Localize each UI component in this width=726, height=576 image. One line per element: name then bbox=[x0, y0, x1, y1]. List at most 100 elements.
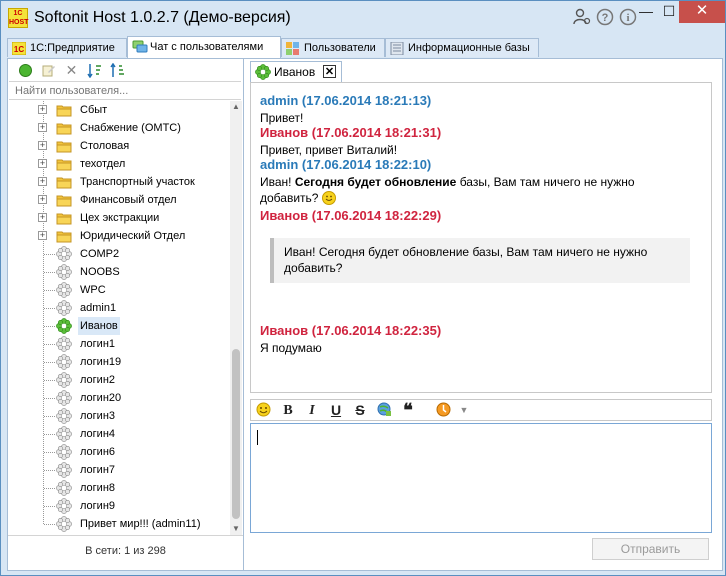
tree-user[interactable]: логин6 bbox=[8, 443, 230, 461]
sidebar-toolbar: ✕ bbox=[8, 59, 243, 81]
close-chat-tab-icon[interactable]: ✕ bbox=[323, 65, 336, 78]
tree-user[interactable]: логин9 bbox=[8, 497, 230, 515]
message-text-part: добавить? bbox=[260, 191, 319, 205]
user-label: логин3 bbox=[80, 410, 116, 422]
window-title: Softonit Host 1.0.2.7 (Демо-версия) bbox=[34, 9, 291, 26]
sort-icon[interactable] bbox=[87, 63, 102, 79]
tab-chat[interactable]: Чат с пользователями bbox=[127, 36, 281, 58]
chat-history: admin (17.06.2014 18:21:13) Привет! Иван… bbox=[250, 82, 712, 393]
sort-alt-icon[interactable] bbox=[110, 62, 125, 78]
tree-user[interactable]: Иванов bbox=[8, 317, 230, 335]
maximize-button[interactable]: ☐ bbox=[659, 1, 679, 23]
expand-icon[interactable]: + bbox=[38, 123, 47, 132]
expand-icon[interactable]: + bbox=[38, 105, 47, 114]
expand-icon[interactable]: + bbox=[38, 141, 47, 150]
tree-user[interactable]: логин4 bbox=[8, 425, 230, 443]
user-offline-icon bbox=[56, 444, 72, 460]
folder-icon bbox=[56, 228, 72, 244]
message-header: Иванов (17.06.2014 18:21:31) bbox=[260, 125, 442, 140]
tree-folder[interactable]: + Транспортный участок bbox=[8, 173, 230, 191]
user-settings-icon[interactable] bbox=[572, 8, 592, 28]
chevron-down-icon[interactable]: ▼ bbox=[456, 402, 472, 419]
attention-icon[interactable] bbox=[435, 402, 451, 419]
insert-link-icon[interactable] bbox=[376, 402, 392, 419]
users-sidebar: ✕ + Сбыт + Снабжение (ОМТС) + Столовая + техотд… bbox=[8, 59, 244, 570]
user-label: WPC bbox=[80, 284, 106, 296]
expand-icon[interactable]: + bbox=[38, 213, 47, 222]
tab-users[interactable]: Пользователи bbox=[281, 38, 385, 57]
message-header: Иванов (17.06.2014 18:22:29) bbox=[260, 208, 442, 223]
delete-icon[interactable]: ✕ bbox=[64, 63, 79, 78]
tree-connector bbox=[44, 488, 55, 489]
scroll-up-icon[interactable]: ▲ bbox=[230, 101, 242, 113]
tree-folder[interactable]: + Цех экстракции bbox=[8, 209, 230, 227]
tree-scrollbar[interactable]: ▲ ▼ bbox=[230, 101, 242, 535]
tab-1c-enterprise[interactable]: 1С 1С:Предприятие bbox=[7, 38, 127, 57]
user-offline-icon bbox=[56, 426, 72, 442]
svg-text:1С: 1С bbox=[14, 45, 24, 54]
expand-icon[interactable]: + bbox=[38, 177, 47, 186]
edit-icon[interactable] bbox=[41, 63, 56, 78]
tree-connector bbox=[44, 380, 55, 381]
strikethrough-button[interactable]: S bbox=[352, 402, 368, 419]
folder-icon bbox=[56, 156, 72, 172]
close-button[interactable]: ✕ bbox=[679, 1, 725, 23]
chat-tab-ivanov[interactable]: Иванов ✕ bbox=[250, 61, 342, 82]
tree-user[interactable]: логин7 bbox=[8, 461, 230, 479]
user-label: логин7 bbox=[80, 464, 116, 476]
expand-icon[interactable]: + bbox=[38, 159, 47, 168]
smiley-icon bbox=[321, 191, 336, 205]
italic-button[interactable]: I bbox=[304, 402, 320, 419]
user-search-input[interactable] bbox=[9, 81, 241, 100]
tree-folder[interactable]: + Финансовый отдел bbox=[8, 191, 230, 209]
message-input[interactable] bbox=[250, 423, 712, 533]
tree-user[interactable]: Привет мир!!! (admin11) bbox=[8, 515, 230, 533]
expand-icon[interactable]: + bbox=[38, 231, 47, 240]
user-label: Иванов bbox=[78, 317, 120, 335]
bold-button[interactable]: B bbox=[280, 402, 296, 419]
tree-connector bbox=[44, 416, 55, 417]
tree-user[interactable]: COMP2 bbox=[8, 245, 230, 263]
tree-user[interactable]: логин2 bbox=[8, 371, 230, 389]
expand-icon[interactable]: + bbox=[38, 195, 47, 204]
tree-connector bbox=[44, 506, 55, 507]
tree-user[interactable]: логин19 bbox=[8, 353, 230, 371]
scroll-down-icon[interactable]: ▼ bbox=[230, 523, 242, 535]
tree-folder[interactable]: + Юридический Отдел bbox=[8, 227, 230, 245]
tree-user[interactable]: NOOBS bbox=[8, 263, 230, 281]
tree-folder[interactable]: + Сбыт bbox=[8, 101, 230, 119]
tree-connector bbox=[44, 344, 55, 345]
tab-label: Чат с пользователями bbox=[150, 41, 264, 53]
user-online-icon bbox=[56, 318, 72, 334]
tree-connector bbox=[44, 326, 55, 327]
help-icon[interactable]: ? bbox=[595, 8, 615, 28]
emoji-icon[interactable] bbox=[255, 402, 271, 419]
online-status-icon[interactable] bbox=[18, 63, 33, 78]
tree-folder[interactable]: + Столовая bbox=[8, 137, 230, 155]
tree-folder[interactable]: + техотдел bbox=[8, 155, 230, 173]
quote-button[interactable]: ❝ bbox=[400, 401, 416, 419]
tree-user[interactable]: логин1 bbox=[8, 335, 230, 353]
title-bar[interactable]: 1С HOST Softonit Host 1.0.2.7 (Демо-верси… bbox=[1, 1, 725, 35]
users-tree: + Сбыт + Снабжение (ОМТС) + Столовая + техотдел… bbox=[8, 101, 230, 535]
tree-user[interactable]: admin1 bbox=[8, 299, 230, 317]
user-label: логин6 bbox=[80, 446, 116, 458]
tree-user[interactable]: WPC bbox=[8, 281, 230, 299]
folder-icon bbox=[56, 102, 72, 118]
user-label: логин2 bbox=[80, 374, 116, 386]
send-button[interactable]: Отправить bbox=[592, 538, 709, 560]
tree-user[interactable]: логин8 bbox=[8, 479, 230, 497]
minimize-button[interactable]: — bbox=[633, 1, 659, 23]
underline-button[interactable]: U bbox=[328, 402, 344, 419]
tab-infobases[interactable]: Информационные базы bbox=[385, 38, 539, 57]
tree-user[interactable]: логин3 bbox=[8, 407, 230, 425]
tree-connector bbox=[44, 290, 55, 291]
folder-icon bbox=[56, 192, 72, 208]
user-label: Привет мир!!! (admin11) bbox=[80, 518, 201, 530]
scroll-thumb[interactable] bbox=[232, 349, 240, 519]
message-text: Иван! Сегодня будет обновление базы, Вам… bbox=[260, 175, 635, 189]
tree-user[interactable]: логин20 bbox=[8, 389, 230, 407]
tab-label: Информационные базы bbox=[408, 42, 530, 54]
tree-folder[interactable]: + Снабжение (ОМТС) bbox=[8, 119, 230, 137]
message-header: admin (17.06.2014 18:21:13) bbox=[260, 93, 432, 108]
